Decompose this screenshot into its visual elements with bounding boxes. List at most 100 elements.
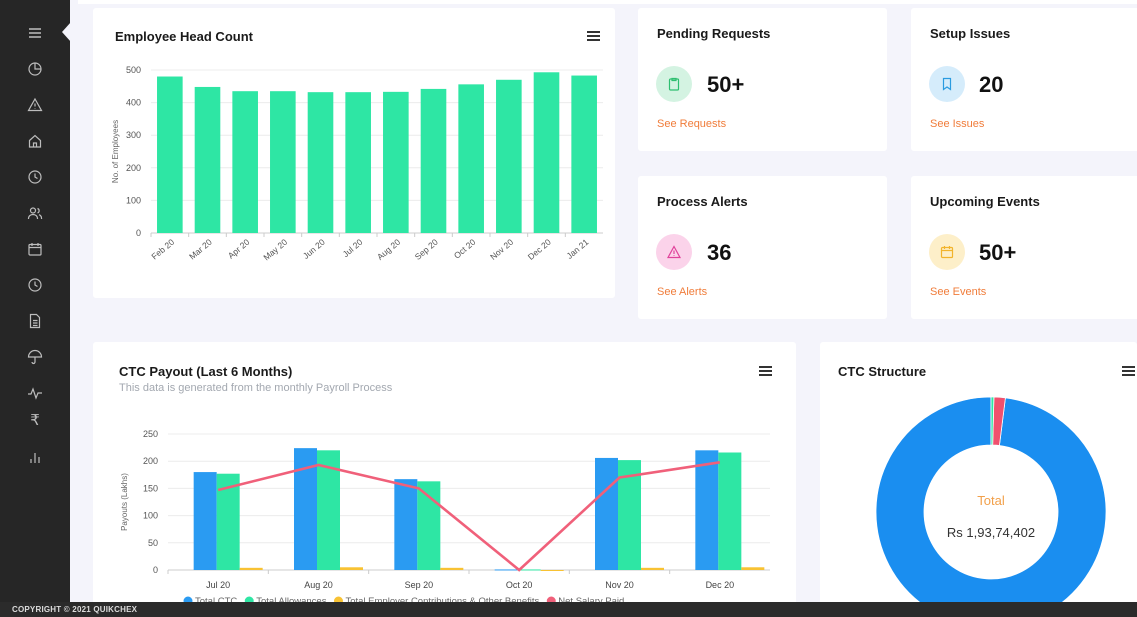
x-tick-label: Oct 20	[506, 580, 533, 590]
ctc-structure-center-label: Total	[977, 493, 1005, 508]
line-net-salary-paid	[217, 461, 721, 572]
setup-issues-title: Setup Issues	[930, 26, 1011, 41]
x-tick-label: Sep 20	[405, 580, 434, 590]
document-icon[interactable]	[27, 313, 43, 329]
footer: COPYRIGHT © 2021 QUIKCHEX	[0, 602, 1137, 617]
bar	[307, 92, 334, 233]
y-tick-label: 100	[126, 195, 141, 205]
y-tick-label: 100	[143, 511, 158, 521]
bar-total-ctc	[494, 569, 518, 571]
y-tick-label: 0	[153, 565, 158, 575]
umbrella-icon[interactable]	[27, 349, 43, 365]
process-alerts-card: Process Alerts 36 See Alerts	[638, 176, 887, 319]
ctc-payout-card: CTC Payout (Last 6 Months) This data is …	[93, 342, 796, 617]
y-tick-label: 400	[126, 98, 141, 108]
x-tick-label: Nov 20	[488, 237, 515, 262]
bar-total-ctc	[595, 457, 618, 570]
y-tick-label: 500	[126, 65, 141, 75]
y-tick-label: 0	[136, 228, 141, 238]
x-tick-label: Aug 20	[304, 580, 333, 590]
see-requests-link[interactable]: See Requests	[657, 118, 726, 130]
home-icon[interactable]	[27, 133, 43, 149]
bar	[458, 84, 484, 234]
y-tick-label: 50	[148, 538, 158, 548]
calendar-icon	[929, 234, 965, 270]
y-axis-label: Payouts (Lakhs)	[120, 473, 129, 531]
bar-total-employer-contributions-other-benefits	[741, 567, 765, 570]
x-tick-label: Sep 20	[413, 237, 440, 262]
y-tick-label: 250	[143, 429, 158, 439]
y-tick-label: 300	[126, 130, 141, 140]
x-tick-label: Aug 20	[375, 237, 402, 262]
x-tick-label: Nov 20	[605, 580, 634, 590]
setup-issues-card: Setup Issues 20 See Issues	[911, 8, 1137, 151]
x-tick-label: Jan 21	[564, 237, 590, 261]
bar	[496, 79, 522, 233]
bar-total-employer-contributions-other-benefits	[340, 567, 363, 570]
sidebar-active-notch	[62, 22, 71, 42]
bar	[232, 91, 258, 233]
x-tick-label: Jun 20	[301, 237, 327, 261]
users-icon[interactable]	[27, 205, 43, 221]
footer-copyright: COPYRIGHT © 2021 QUIKCHEX	[12, 605, 138, 614]
ctc-structure-chart: 98%	[875, 396, 1107, 617]
bar-total-employer-contributions-other-benefits	[641, 567, 664, 570]
top-strip	[78, 0, 1137, 4]
bar-total-employer-contributions-other-benefits	[540, 570, 564, 571]
head-count-card: Employee Head Count 0 100 200 300 400 500 No. …	[93, 8, 615, 298]
bar-total-ctc	[193, 472, 217, 570]
sidebar: ₹	[0, 0, 71, 602]
x-tick-label: Jul 20	[206, 580, 230, 590]
clock-icon[interactable]	[27, 169, 43, 185]
bar-total-allowances	[417, 481, 441, 570]
ctc-structure-center-value: Rs 1,93,74,402	[946, 525, 1036, 540]
bar-chart-icon[interactable]	[27, 449, 43, 465]
y-tick-label: 150	[143, 483, 158, 493]
x-tick-label: Apr 20	[226, 237, 252, 261]
bar-total-ctc	[695, 450, 719, 570]
bar-total-employer-contributions-other-benefits	[239, 567, 263, 570]
rupee-icon[interactable]: ₹	[27, 413, 43, 429]
bar	[420, 88, 447, 234]
y-tick-label: 200	[143, 456, 158, 466]
clock-icon[interactable]	[27, 277, 43, 293]
pending-requests-title: Pending Requests	[657, 26, 771, 41]
x-tick-label: Feb 20	[149, 237, 176, 262]
upcoming-events-card: Upcoming Events 50+ See Events	[911, 176, 1137, 319]
bar-total-employer-contributions-other-benefits	[440, 567, 464, 570]
x-tick-label: Dec 20	[526, 237, 553, 262]
process-alerts-value: 36	[707, 240, 732, 265]
ctc-payout-chart: 0 50 100 150 200 250 Payouts (Lakhs) Jul 20 Aug …	[120, 429, 770, 607]
menu-icon[interactable]	[27, 25, 43, 41]
x-tick-label: Jul 20	[341, 237, 365, 259]
clipboard-icon	[656, 66, 692, 102]
x-tick-label: Oct 20	[452, 237, 478, 261]
ctc-structure-card: CTC Structure 98% Total Rs 1,93,74,402	[820, 342, 1137, 617]
see-events-link[interactable]: See Events	[930, 286, 986, 298]
head-count-chart: 0 100 200 300 400 500 No. of Employees Feb 20 Ma…	[111, 65, 603, 263]
y-tick-label: 200	[126, 163, 141, 173]
x-tick-label: Dec 20	[706, 580, 735, 590]
see-issues-link[interactable]: See Issues	[930, 118, 984, 130]
alert-triangle-icon[interactable]	[27, 97, 43, 113]
upcoming-events-value: 50+	[979, 240, 1017, 265]
see-alerts-link[interactable]: See Alerts	[657, 286, 707, 298]
bar	[270, 91, 296, 233]
activity-icon[interactable]	[27, 385, 43, 401]
process-alerts-title: Process Alerts	[657, 194, 748, 209]
pending-requests-card: Pending Requests 50+ See Requests	[638, 8, 887, 151]
calendar-icon[interactable]	[27, 241, 43, 257]
bar	[157, 76, 183, 234]
alert-triangle-icon	[656, 234, 692, 270]
bar	[533, 72, 560, 233]
y-axis-label: No. of Employees	[111, 120, 120, 183]
setup-issues-value: 20	[979, 72, 1004, 97]
x-tick-label: Mar 20	[187, 237, 214, 262]
bar-total-allowances	[718, 452, 742, 570]
x-tick-label: May 20	[261, 237, 289, 263]
bar	[383, 91, 409, 233]
pending-requests-value: 50+	[707, 72, 745, 97]
bar	[345, 92, 371, 233]
bar-total-ctc	[394, 479, 418, 570]
pie-chart-icon[interactable]	[27, 61, 43, 77]
